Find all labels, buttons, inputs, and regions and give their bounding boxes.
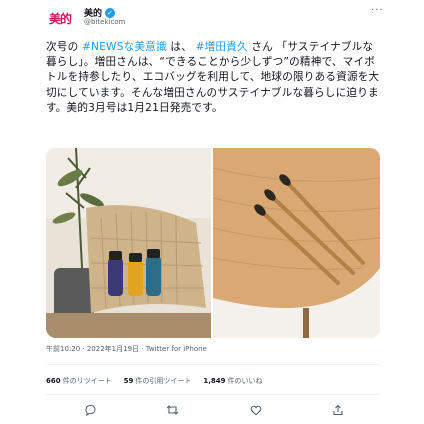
tweet-timestamp[interactable]: 午前10:20 · 2022年1月19日 · Twitter for iPhon… — [46, 344, 207, 354]
share-icon[interactable] — [330, 402, 346, 418]
tweet-text: 次号の #NEWSな美意識 は、 #増田貴久 さん 「サステイナブルな暮らし」。… — [46, 40, 384, 116]
toothbrush-photo[interactable] — [213, 148, 380, 338]
hashtag-link[interactable]: #増田貴久 — [196, 41, 248, 53]
likes-stat[interactable]: 1,849 件のいいね — [203, 376, 262, 386]
tweet-text-segment: 次号の — [46, 41, 82, 53]
tweet-actions — [46, 400, 380, 420]
hashtag-link[interactable]: #NEWSな美意識 — [82, 41, 167, 53]
tweet-media[interactable] — [46, 148, 380, 338]
avatar[interactable]: 美的 — [44, 7, 76, 29]
divider — [46, 394, 380, 395]
tweet-text-segment: は、 — [166, 41, 196, 53]
tweet-stats: 660 件のリツイート 59 件の引用ツイート 1,849 件のいいね — [46, 376, 263, 386]
reply-icon[interactable] — [82, 402, 98, 418]
heart-icon[interactable] — [248, 402, 264, 418]
account-handle[interactable]: @bitekicom — [84, 18, 125, 26]
more-dots-icon[interactable]: ··· — [371, 5, 384, 16]
tweet-header: 美的 美的 ✓ @bitekicom ··· — [0, 0, 424, 40]
retweet-icon[interactable] — [164, 402, 180, 418]
divider — [46, 364, 380, 365]
quotes-stat[interactable]: 59 件の引用ツイート — [124, 376, 192, 386]
bottles-photo[interactable] — [46, 148, 211, 338]
retweets-stat[interactable]: 660 件のリツイート — [46, 376, 112, 386]
verified-badge-icon: ✓ — [105, 7, 116, 18]
